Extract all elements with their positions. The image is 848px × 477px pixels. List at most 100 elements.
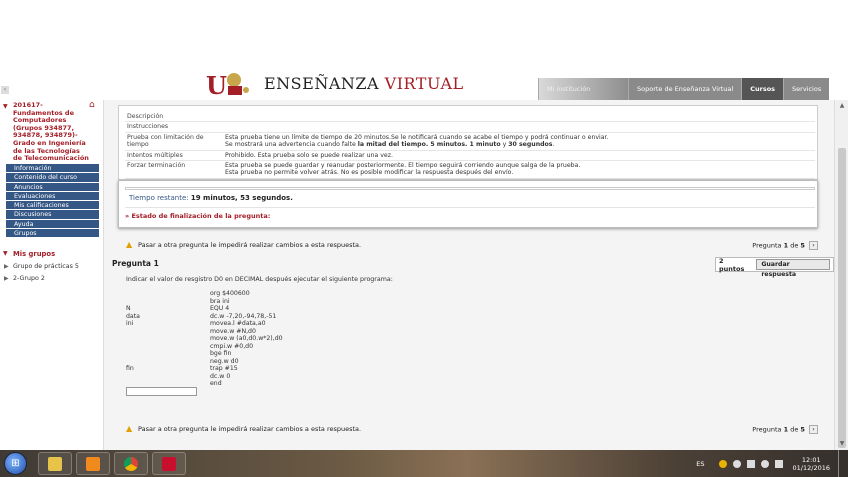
code-label: ini [126, 320, 134, 327]
code-line: fin trap #15 [126, 365, 283, 373]
media-player-taskbar-button[interactable] [76, 452, 110, 475]
next-question-button[interactable]: › [809, 241, 818, 250]
explorer-taskbar-button[interactable] [38, 452, 72, 475]
next-question-button[interactable]: › [809, 425, 818, 434]
expand-triangle-icon: ▼ [3, 103, 8, 110]
completion-status-label: Estado de finalización de la pregunta: [131, 212, 271, 220]
timer-progress-bar [125, 187, 815, 190]
acrobat-taskbar-button[interactable] [152, 452, 186, 475]
menu-item-grupos[interactable]: Grupos [6, 229, 99, 239]
pager-total: 5 [800, 241, 805, 250]
nav-soporte[interactable]: Soporte de Enseñanza Virtual [628, 78, 742, 100]
question-points-box: 2 puntos Guardar respuesta [715, 257, 834, 278]
code-label [126, 373, 210, 381]
navigation-warning-top: ▲ Pasar a otra pregunta le impedirá real… [118, 238, 818, 252]
info-key: Forzar terminación [125, 160, 223, 179]
info-row: Forzar terminación Esta prueba se puede … [125, 160, 815, 179]
my-groups-heading[interactable]: ▼ Mis grupos [3, 250, 101, 258]
code-instruction: movea.l #data,a0 [210, 320, 266, 327]
svg-text:U: U [206, 71, 227, 98]
code-line: neg.w d0 [126, 358, 283, 366]
code-line: N EQU 4 [126, 305, 283, 313]
navigation-warning-text: Pasar a otra pregunta le impedirá realiz… [138, 425, 362, 433]
media-player-icon [86, 456, 100, 471]
group-item[interactable]: ▶ 2-Grupo 2 [3, 275, 101, 282]
code-label [126, 358, 210, 366]
info-row: Descripción [125, 112, 815, 123]
nav-mi-institucion[interactable]: Mi institución [538, 78, 628, 100]
nav-cursos[interactable]: Cursos [741, 78, 784, 100]
code-line: bge fin [126, 350, 283, 358]
code-instruction: trap #15 [210, 365, 238, 372]
clock[interactable]: 12:01 01/12/2016 [793, 456, 830, 472]
code-line: org $400600 [126, 290, 283, 298]
course-title[interactable]: ▼ 201617-Fundamentos de Computadores (Gr… [3, 101, 91, 163]
question-pager: Pregunta 1 de 5 › [752, 425, 818, 434]
power-icon[interactable] [774, 459, 783, 468]
menu-item-discusiones[interactable]: Discusiones [6, 210, 99, 220]
code-label [126, 290, 210, 298]
info-key: Instrucciones [125, 121, 223, 133]
home-icon[interactable]: ⌂ [89, 100, 95, 110]
info-row: Instrucciones [125, 121, 815, 133]
menu-item-anuncios[interactable]: Anuncios [6, 182, 99, 192]
code-line: dc.w 0 [126, 373, 283, 381]
tray-network-icon[interactable] [746, 459, 755, 468]
logo-wordmark: ENSEÑANZA VIRTUAL [264, 74, 464, 93]
main-content: Descripción Instrucciones Prueba con lim… [104, 100, 834, 450]
warning-seconds: 30 segundos [508, 141, 553, 149]
volume-icon[interactable] [760, 459, 769, 468]
expand-triangle-icon: ▼ [3, 250, 8, 257]
scrollbar-thumb[interactable] [838, 148, 846, 448]
code-line: cmpi.w #0,d0 [126, 343, 283, 351]
tray-notification-icon[interactable] [732, 459, 741, 468]
code-line: move.w #N,d0 [126, 328, 283, 336]
pager-label: Pregunta [752, 425, 782, 434]
completion-status-toggle[interactable]: » Estado de finalización de la pregunta: [125, 212, 270, 220]
menu-item-calificaciones[interactable]: Mis calificaciones [6, 201, 99, 211]
info-value [223, 121, 815, 133]
show-desktop-button[interactable] [838, 450, 846, 477]
info-value-line-2: Se mostrará una advertencia cuando falte… [225, 141, 813, 148]
save-answer-button[interactable]: Guardar respuesta [756, 259, 830, 278]
menu-item-evaluaciones[interactable]: Evaluaciones [6, 191, 99, 202]
code-instruction: dc.w -7,20,-94,78,-51 [210, 312, 277, 320]
time-remaining-label: Tiempo restante: [129, 194, 189, 202]
navigation-warning-bottom: ▲ Pasar a otra pregunta le impedirá real… [118, 422, 818, 436]
answer-input[interactable] [126, 387, 197, 396]
menu-item-contenido[interactable]: Contenido del curso [6, 173, 99, 183]
code-instruction: move.w (a0,d0.w*2),d0 [210, 335, 283, 342]
nav-servicios[interactable]: Servicios [783, 78, 830, 100]
clock-date: 01/12/2016 [792, 463, 830, 472]
tray-app-icon[interactable] [718, 459, 727, 468]
info-key: Descripción [125, 112, 223, 123]
menu-item-informacion[interactable]: Información [6, 164, 99, 174]
folder-icon [48, 456, 62, 471]
collapse-sidebar-icon[interactable]: ‹ [1, 86, 9, 94]
course-title-text: 201617-Fundamentos de Computadores (Grup… [13, 101, 89, 163]
top-blank-area [0, 0, 848, 70]
question-pager: Pregunta 1 de 5 › [752, 241, 818, 250]
university-logo-icon: U [206, 71, 249, 98]
pager-of: de [790, 241, 799, 250]
menu-item-ayuda[interactable]: Ayuda [6, 219, 99, 230]
code-label [126, 335, 210, 343]
site-header: U ENSEÑANZA VIRTUAL Mi institución Sopor… [0, 70, 848, 100]
vertical-scrollbar[interactable]: ▲ ▼ [834, 100, 848, 450]
question-title: Pregunta 1 [112, 259, 159, 268]
windows-start-button[interactable]: ⊞ [4, 452, 27, 475]
code-instruction: end [210, 380, 222, 387]
code-line: bra ini [126, 298, 283, 306]
my-groups-heading-text: Mis grupos [13, 250, 56, 258]
scroll-down-icon[interactable]: ▼ [837, 439, 847, 449]
info-value [223, 112, 815, 123]
code-instruction: dc.w 0 [210, 372, 231, 380]
info-value: Prohibido. Esta prueba solo se puede rea… [223, 150, 815, 162]
scroll-up-icon[interactable]: ▲ [837, 101, 847, 111]
course-sidebar: ‹ ▼ 201617-Fundamentos de Computadores (… [0, 86, 104, 450]
system-tray: ES 12:01 01/12/2016 [696, 450, 846, 477]
chrome-taskbar-button[interactable] [114, 452, 148, 475]
code-instruction: cmpi.w #0,d0 [210, 342, 254, 350]
language-indicator[interactable]: ES [696, 460, 704, 468]
group-item[interactable]: ▶ Grupo de prácticas 5 [3, 263, 101, 270]
